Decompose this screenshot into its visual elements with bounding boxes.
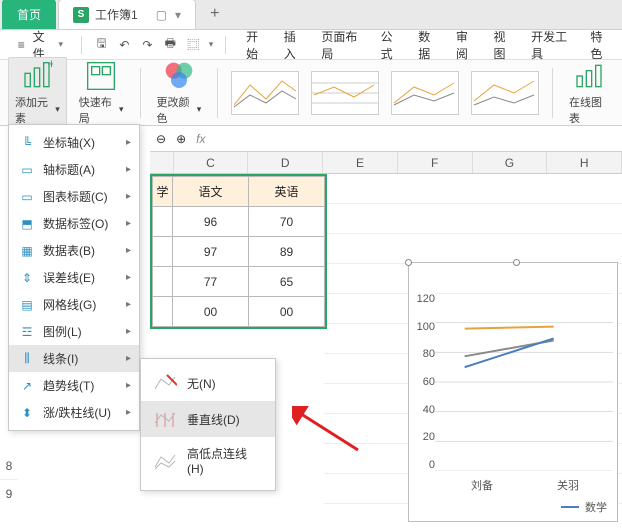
tab-label: 工作簿1 <box>95 6 138 23</box>
row-header[interactable]: 8 <box>0 452 18 480</box>
change-color-button[interactable]: 更改颜色▾ <box>150 58 207 128</box>
col-headers: C D E F G H <box>150 152 622 174</box>
qat-more[interactable]: ▾ <box>209 39 214 50</box>
updown-icon: ⬍ <box>19 405 35 421</box>
online-chart-icon <box>573 60 605 92</box>
menu-chart-title[interactable]: ▭图表标题(C)▸ <box>9 183 139 210</box>
file-bar: ≡文件▾ 🖫 ↶ ↷ 🖶 ⿴ ▾ 开始 插入 页面布局 公式 数据 审阅 视图 … <box>0 30 622 60</box>
selected-range[interactable]: 学语文英语 9670 9789 7765 0000 <box>150 174 327 329</box>
chevron-down-icon: ▾ <box>55 104 60 115</box>
menu-axis-title[interactable]: ▭轴标题(A)▸ <box>9 156 139 183</box>
data-label-icon: ⬒ <box>19 216 35 232</box>
undo-icon[interactable]: ↶ <box>117 37 132 53</box>
preview-icon[interactable]: ⿴ <box>186 37 201 53</box>
data-table-icon: ▦ <box>19 243 35 259</box>
gridlines-icon: ▤ <box>19 297 35 313</box>
chevron-right-icon: ▸ <box>126 137 131 148</box>
dropdown-icon[interactable]: ▾ <box>175 8 181 22</box>
presentation-icon[interactable]: ▢ <box>156 8 167 22</box>
resize-handle[interactable] <box>405 259 412 266</box>
hamburger-icon: ≡ <box>14 37 29 53</box>
ribbon: + 添加元素▾ 快速布局▾ 更改颜色▾ 在线图表 <box>0 60 622 126</box>
axis-title-icon: ▭ <box>19 162 35 178</box>
chart-x-axis: 刘备 关羽 <box>439 477 611 493</box>
hilo-icon <box>153 451 177 471</box>
chart-legend: 数学 <box>561 499 607 515</box>
axes-icon: ╚ <box>19 135 35 151</box>
menu-axes[interactable]: ╚坐标轴(X)▸ <box>9 129 139 156</box>
chart-y-axis: 120 100 80 60 40 20 0 <box>415 293 435 471</box>
menu-trendline[interactable]: ↗趋势线(T)▸ <box>9 372 139 399</box>
online-chart-button[interactable]: 在线图表 <box>563 58 614 128</box>
ribbon-tab[interactable]: 插入 <box>282 24 308 66</box>
add-element-menu: ╚坐标轴(X)▸ ▭轴标题(A)▸ ▭图表标题(C)▸ ⬒数据标签(O)▸ ▦数… <box>8 124 140 431</box>
ribbon-tab[interactable]: 视图 <box>492 24 518 66</box>
add-element-button[interactable]: + 添加元素▾ <box>8 57 67 129</box>
row-headers: 8 9 <box>0 452 18 508</box>
none-icon <box>153 373 177 393</box>
menu-legend[interactable]: ☲图例(L)▸ <box>9 318 139 345</box>
chart-plot <box>435 293 613 471</box>
spreadsheet-icon: S <box>73 7 89 23</box>
chart-style-2[interactable] <box>311 71 379 115</box>
col-gap <box>150 152 174 173</box>
col-header[interactable]: E <box>323 152 398 173</box>
submenu-vertical-line[interactable]: 垂直线(D) <box>141 401 275 437</box>
ribbon-tab[interactable]: 开始 <box>244 24 270 66</box>
formula-input[interactable] <box>215 131 616 146</box>
ribbon-tab[interactable]: 审阅 <box>454 24 480 66</box>
col-header[interactable]: D <box>248 152 323 173</box>
menu-data-labels[interactable]: ⬒数据标签(O)▸ <box>9 210 139 237</box>
formula-bar: ⊖ ⊕ fx <box>150 126 622 152</box>
series-line <box>465 327 554 329</box>
add-element-icon: + <box>21 60 53 92</box>
zoom-out-icon[interactable]: ⊖ <box>156 132 166 146</box>
quick-layout-button[interactable]: 快速布局▾ <box>73 58 130 128</box>
submenu-hilo-line[interactable]: 高低点连线(H) <box>141 437 275 484</box>
embedded-chart[interactable]: 120 100 80 60 40 20 0 刘备 关羽 数学 <box>408 262 618 522</box>
lines-submenu: 无(N) 垂直线(D) 高低点连线(H) <box>140 358 276 491</box>
save-icon[interactable]: 🖫 <box>94 37 109 53</box>
error-bar-icon: ⇕ <box>19 270 35 286</box>
fx-label[interactable]: fx <box>196 132 205 146</box>
chart-style-4[interactable] <box>471 71 539 115</box>
ribbon-tab[interactable]: 公式 <box>379 24 405 66</box>
ribbon-tabs: 开始 插入 页面布局 公式 数据 审阅 视图 开发工具 特色 <box>244 24 614 66</box>
redo-icon[interactable]: ↷ <box>140 37 155 53</box>
col-header[interactable]: C <box>174 152 249 173</box>
menu-updown-bars[interactable]: ⬍涨/跌柱线(U)▸ <box>9 399 139 426</box>
col-header[interactable]: G <box>473 152 548 173</box>
col-header[interactable]: H <box>547 152 622 173</box>
ribbon-tab[interactable]: 数据 <box>416 24 442 66</box>
legend-swatch <box>561 506 579 508</box>
colors-icon <box>163 60 195 92</box>
menu-data-table[interactable]: ▦数据表(B)▸ <box>9 237 139 264</box>
col-header[interactable]: F <box>398 152 473 173</box>
menu-gridlines[interactable]: ▤网格线(G)▸ <box>9 291 139 318</box>
chart-style-1[interactable] <box>231 71 299 115</box>
quick-layout-icon <box>85 60 117 92</box>
svg-text:+: + <box>48 60 53 71</box>
row-header[interactable]: 9 <box>0 480 18 508</box>
zoom-in-icon[interactable]: ⊕ <box>176 132 186 146</box>
annotation-arrow <box>292 406 362 456</box>
tab-status: ▢ ▾ <box>156 8 181 22</box>
new-tab-button[interactable]: + <box>196 0 233 29</box>
trendline-icon: ↗ <box>19 378 35 394</box>
menu-lines[interactable]: ⫼线条(I)▸ <box>9 345 139 372</box>
chart-title-icon: ▭ <box>19 189 35 205</box>
tab-workbook[interactable]: S 工作簿1 ▢ ▾ <box>58 0 196 29</box>
ribbon-tab[interactable]: 页面布局 <box>319 24 366 66</box>
chart-style-3[interactable] <box>391 71 459 115</box>
menu-error-bars[interactable]: ⇕误差线(E)▸ <box>9 264 139 291</box>
resize-handle[interactable] <box>513 259 520 266</box>
lines-icon: ⫼ <box>19 351 35 367</box>
submenu-none[interactable]: 无(N) <box>141 365 275 401</box>
drop-line-icon <box>153 409 177 429</box>
print-icon[interactable]: 🖶 <box>163 37 178 53</box>
legend-icon: ☲ <box>19 324 35 340</box>
